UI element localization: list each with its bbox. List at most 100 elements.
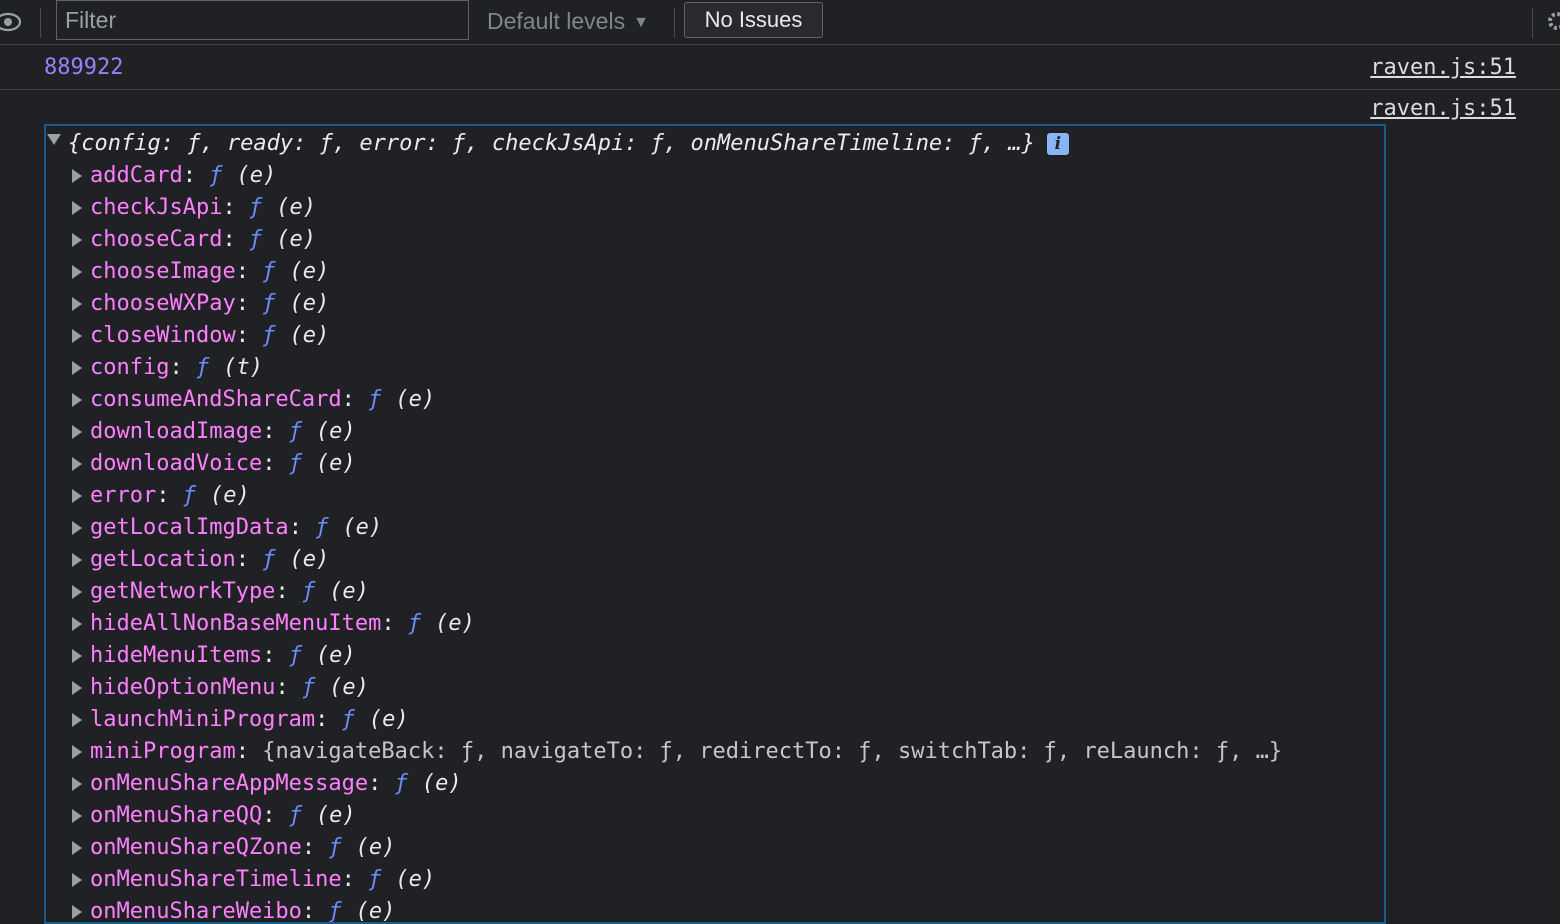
property-name: launchMiniProgram (90, 707, 316, 732)
property-entry: consumeAndShareCard: ƒ (e) (90, 384, 435, 416)
property-colon: : (275, 579, 302, 604)
function-signature: ƒ (e) (249, 227, 316, 252)
function-signature: ƒ (e) (262, 259, 329, 284)
function-marker: ƒ (195, 355, 210, 380)
function-marker: ƒ (368, 867, 382, 892)
info-icon[interactable]: i (1046, 133, 1069, 155)
expand-triangle-icon[interactable] (72, 841, 82, 855)
function-marker: ƒ (341, 707, 355, 732)
expand-triangle-icon[interactable] (72, 809, 82, 823)
expand-triangle-icon[interactable] (72, 297, 82, 311)
function-signature: ƒ (e) (368, 867, 435, 892)
function-signature: ƒ (e) (302, 675, 369, 700)
function-marker: ƒ (328, 835, 342, 860)
function-marker: ƒ (368, 387, 382, 412)
property-entry: getLocation: ƒ (e) (90, 544, 329, 576)
expand-triangle-icon[interactable] (72, 265, 82, 279)
function-signature: ƒ (e) (262, 547, 329, 572)
expand-triangle-icon[interactable] (72, 425, 82, 439)
log-levels-dropdown[interactable]: Default levels ▼ (487, 6, 649, 36)
expand-triangle-icon[interactable] (72, 393, 82, 407)
expand-triangle-icon[interactable] (72, 777, 82, 791)
expand-triangle-icon[interactable] (72, 201, 82, 215)
expand-triangle-icon[interactable] (72, 713, 82, 727)
property-colon: : (262, 419, 289, 444)
expand-triangle-icon[interactable] (72, 489, 82, 503)
function-args: (t) (223, 355, 263, 380)
property-colon: : (235, 547, 263, 572)
property-colon: : (275, 675, 302, 700)
expand-triangle-icon[interactable] (72, 617, 82, 631)
function-args: (e) (289, 291, 330, 316)
expand-triangle-icon[interactable] (72, 585, 82, 599)
function-marker: ƒ (301, 675, 316, 700)
property-colon: : (235, 323, 263, 348)
property-entry: miniProgram: {navigateBack: ƒ, navigateT… (90, 736, 1282, 768)
property-name: miniProgram (90, 739, 236, 764)
property-name: onMenuShareAppMessage (90, 771, 369, 796)
expand-triangle-icon[interactable] (72, 329, 82, 343)
property-name: getLocalImgData (90, 515, 289, 540)
property-colon: : (301, 835, 329, 860)
expand-triangle-icon[interactable] (72, 649, 82, 663)
expand-triangle-icon[interactable] (72, 681, 82, 695)
property-entry: launchMiniProgram: ƒ (e) (90, 704, 409, 736)
expand-triangle-icon[interactable] (72, 745, 82, 759)
issues-button[interactable]: No Issues (684, 2, 823, 38)
property-name: onMenuShareQZone (90, 835, 302, 860)
property-name: chooseCard (90, 227, 223, 252)
object-summary[interactable]: {config: ƒ, ready: ƒ, error: ƒ, checkJsA… (68, 129, 1069, 159)
function-marker: ƒ (262, 291, 276, 316)
property-name: onMenuShareTimeline (90, 867, 342, 892)
function-args: (e) (276, 195, 316, 220)
function-args: (e) (395, 867, 436, 892)
function-marker: ƒ (209, 163, 223, 188)
source-link[interactable]: raven.js:51 (1370, 96, 1516, 121)
toolbar-divider (1532, 8, 1533, 38)
function-marker: ƒ (288, 803, 302, 828)
expand-triangle-icon[interactable] (72, 361, 82, 375)
function-signature: ƒ (t) (196, 355, 263, 380)
function-signature: ƒ (e) (315, 515, 382, 540)
property-colon: : (341, 387, 369, 412)
expand-triangle-icon[interactable] (72, 905, 82, 919)
function-signature: ƒ (e) (262, 291, 329, 316)
function-signature: ƒ (e) (209, 163, 276, 188)
property-name: closeWindow (90, 323, 236, 348)
expand-triangle-icon[interactable] (72, 521, 82, 535)
property-colon: : (222, 227, 249, 252)
property-colon: : (381, 611, 408, 636)
property-colon: : (169, 355, 196, 380)
property-colon: : (368, 771, 395, 796)
function-args: (e) (315, 451, 356, 476)
gear-icon[interactable] (1546, 6, 1560, 36)
property-entry: onMenuShareWeibo: ƒ (e) (90, 896, 395, 922)
function-signature: ƒ (e) (289, 419, 356, 444)
property-colon: : (288, 515, 316, 540)
function-args: (e) (236, 163, 277, 188)
expand-triangle-icon[interactable] (72, 233, 82, 247)
function-args: (e) (289, 259, 330, 284)
property-entry: onMenuShareQZone: ƒ (e) (90, 832, 395, 864)
property-entry: getNetworkType: ƒ (e) (90, 576, 369, 608)
function-args: (e) (315, 419, 356, 444)
expand-triangle-icon[interactable] (72, 553, 82, 567)
function-args: (e) (395, 387, 436, 412)
expand-triangle-icon[interactable] (72, 457, 82, 471)
property-entry: onMenuShareAppMessage: ƒ (e) (90, 768, 462, 800)
property-colon: : (182, 163, 210, 188)
toolbar-divider (40, 8, 41, 38)
property-name: hideAllNonBaseMenuItem (90, 611, 382, 636)
filter-input[interactable] (56, 0, 469, 40)
property-entry: chooseImage: ƒ (e) (90, 256, 329, 288)
expand-triangle-icon[interactable] (72, 169, 82, 183)
property-colon: : (262, 643, 289, 668)
source-link[interactable]: raven.js:51 (1370, 55, 1516, 80)
property-value: {navigateBack: ƒ, navigateTo: ƒ, redirec… (262, 739, 1283, 764)
expand-triangle-icon[interactable] (47, 134, 61, 145)
expand-triangle-icon[interactable] (72, 873, 82, 887)
function-signature: ƒ (e) (395, 771, 462, 796)
eye-icon[interactable] (0, 8, 22, 36)
function-args: (e) (289, 547, 330, 572)
property-colon: : (341, 867, 369, 892)
